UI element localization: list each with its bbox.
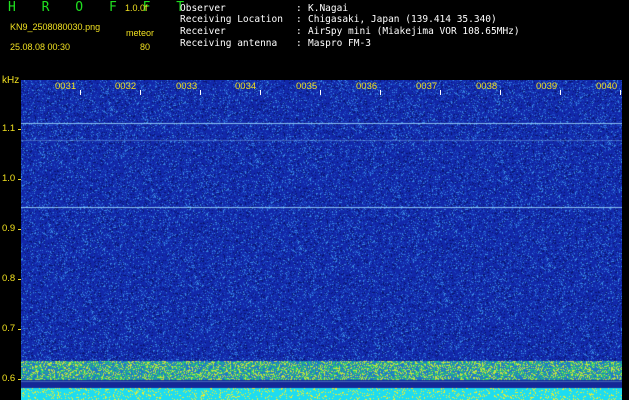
info-colon: : — [296, 3, 302, 14]
info-value-location: Chigasaki, Japan (139.414 35.340) — [308, 14, 497, 25]
x-tick-mark — [260, 90, 261, 95]
info-value-observer: K.Nagai — [308, 3, 349, 14]
info-key-observer: Observer — [180, 3, 226, 14]
header-panel: H R O F F T 1.0.0f KN9_2508080030.png me… — [0, 0, 629, 76]
x-tick-label: 0037 — [416, 81, 438, 92]
info-colon: : — [296, 26, 302, 37]
x-tick-label: 0033 — [176, 81, 198, 92]
y-axis-unit: kHz — [2, 75, 20, 86]
x-tick-mark — [380, 90, 381, 95]
x-tick-label: 0039 — [536, 81, 558, 92]
x-tick-mark — [560, 90, 561, 95]
app-title: H R O F F T — [8, 0, 194, 15]
x-tick-label: 0035 — [296, 81, 318, 92]
info-key-receiver: Receiver — [180, 26, 226, 37]
info-colon: : — [296, 38, 302, 49]
x-tick-label: 0031 — [55, 81, 77, 92]
x-tick-label: 0034 — [235, 81, 257, 92]
filename-label: KN9_2508080030.png — [10, 22, 101, 32]
mode-label: meteor — [126, 28, 155, 38]
spectrogram-canvas[interactable] — [21, 80, 622, 400]
x-tick-label: 0032 — [115, 81, 137, 92]
x-tick-label: 0040 — [596, 81, 618, 92]
x-tick-mark — [320, 90, 321, 95]
x-tick-mark — [80, 90, 81, 95]
gain-label: 80 — [140, 42, 151, 52]
x-tick-mark — [440, 90, 441, 95]
info-value-receiver: AirSpy mini (Miakejima VOR 108.65MHz) — [308, 26, 520, 37]
info-key-antenna: Receiving antenna — [180, 38, 278, 49]
x-tick-mark — [200, 90, 201, 95]
x-tick-label: 0038 — [476, 81, 498, 92]
datetime-label: 25.08.08 00:30 — [10, 42, 71, 52]
spectrogram-waterfall[interactable] — [21, 80, 622, 400]
x-tick-mark — [140, 90, 141, 95]
x-tick-label: 0036 — [356, 81, 378, 92]
x-tick-mark — [620, 90, 621, 95]
info-value-antenna: Maspro FM-3 — [308, 38, 371, 49]
version-label: 1.0.0f — [125, 3, 148, 13]
info-key-location: Receiving Location — [180, 14, 283, 25]
x-tick-mark — [500, 90, 501, 95]
info-colon: : — [296, 14, 302, 25]
